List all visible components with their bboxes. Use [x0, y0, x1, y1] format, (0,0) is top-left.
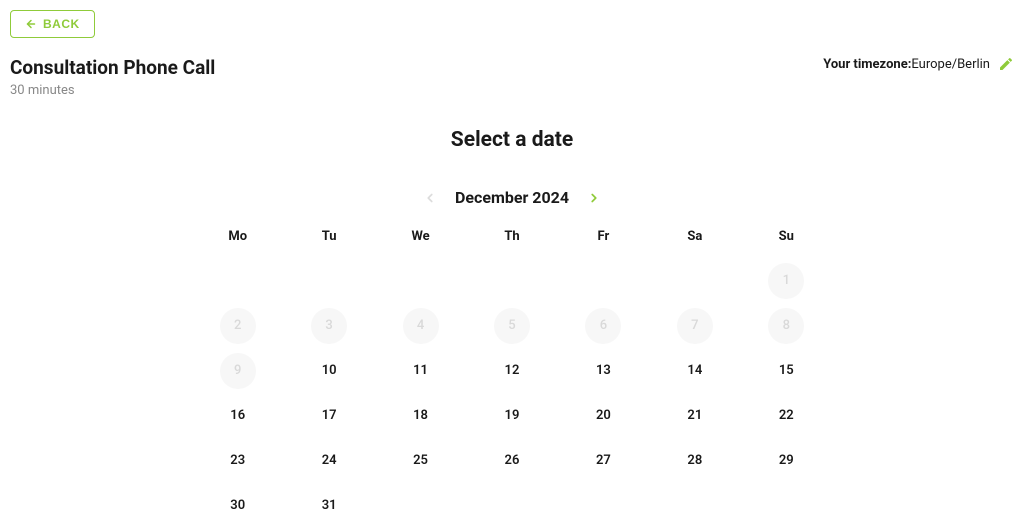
calendar-day-disabled: 1 — [768, 263, 804, 299]
calendar-day[interactable]: 23 — [220, 443, 256, 479]
calendar-day[interactable]: 26 — [494, 443, 530, 479]
pencil-icon[interactable] — [998, 56, 1014, 72]
calendar: MoTuWeThFrSaSu 1234567891011121314151617… — [192, 229, 832, 528]
calendar-day[interactable]: 17 — [311, 398, 347, 434]
back-button[interactable]: BACK — [10, 10, 95, 38]
calendar-day-disabled: 6 — [585, 308, 621, 344]
back-label: BACK — [43, 17, 80, 31]
calendar-day-disabled: 3 — [311, 308, 347, 344]
calendar-day-disabled: 5 — [494, 308, 530, 344]
calendar-day[interactable]: 21 — [677, 398, 713, 434]
calendar-day[interactable]: 30 — [220, 488, 256, 524]
calendar-day[interactable]: 13 — [585, 353, 621, 389]
calendar-day[interactable]: 18 — [403, 398, 439, 434]
select-date-title: Select a date — [10, 128, 1014, 152]
timezone-display: Your timezone:Europe/Berlin — [823, 56, 1014, 72]
calendar-day[interactable]: 12 — [494, 353, 530, 389]
calendar-day[interactable]: 15 — [768, 353, 804, 389]
calendar-day-disabled: 2 — [220, 308, 256, 344]
day-of-week: Th — [466, 229, 557, 258]
timezone-value: Europe/Berlin — [911, 57, 990, 72]
calendar-day[interactable]: 11 — [403, 353, 439, 389]
calendar-day[interactable]: 28 — [677, 443, 713, 479]
day-of-week: Mo — [192, 229, 283, 258]
calendar-day[interactable]: 22 — [768, 398, 804, 434]
calendar-day[interactable]: 29 — [768, 443, 804, 479]
duration-label: 30 minutes — [10, 83, 215, 98]
chevron-left-icon — [423, 191, 437, 205]
calendar-day-disabled: 9 — [220, 353, 256, 389]
month-label: December 2024 — [455, 188, 569, 207]
calendar-day[interactable]: 20 — [585, 398, 621, 434]
calendar-day[interactable]: 25 — [403, 443, 439, 479]
calendar-day[interactable]: 27 — [585, 443, 621, 479]
day-of-week: Sa — [649, 229, 740, 258]
calendar-day[interactable]: 19 — [494, 398, 530, 434]
chevron-right-icon[interactable] — [587, 191, 601, 205]
calendar-day-disabled: 8 — [768, 308, 804, 344]
day-of-week: We — [375, 229, 466, 258]
calendar-day[interactable]: 24 — [311, 443, 347, 479]
calendar-day-disabled: 4 — [403, 308, 439, 344]
calendar-day[interactable]: 14 — [677, 353, 713, 389]
calendar-day[interactable]: 16 — [220, 398, 256, 434]
day-of-week: Tu — [283, 229, 374, 258]
calendar-day-disabled: 7 — [677, 308, 713, 344]
calendar-day[interactable]: 10 — [311, 353, 347, 389]
day-of-week: Fr — [558, 229, 649, 258]
calendar-day[interactable]: 31 — [311, 488, 347, 524]
arrow-left-icon — [25, 18, 37, 30]
timezone-label: Your timezone: — [823, 57, 911, 72]
page-title: Consultation Phone Call — [10, 56, 215, 79]
day-of-week: Su — [741, 229, 832, 258]
